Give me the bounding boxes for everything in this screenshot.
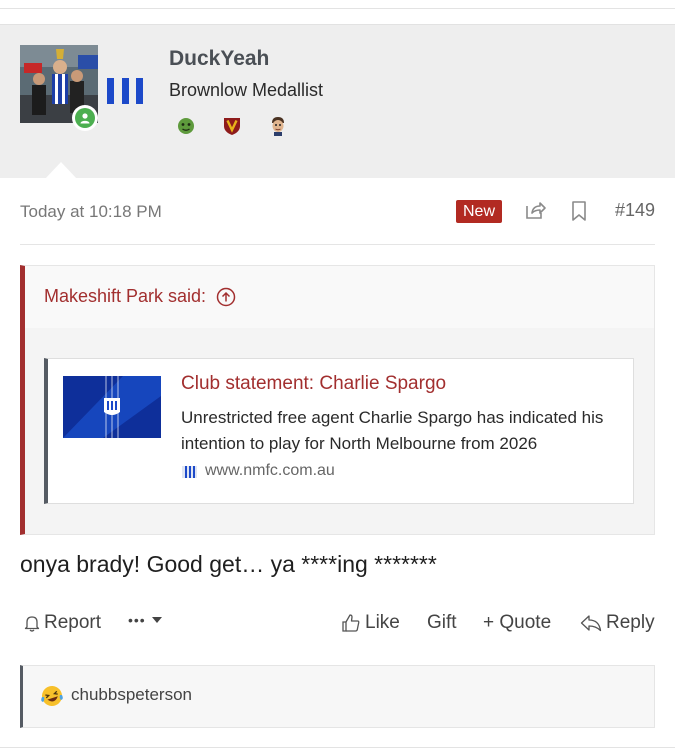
laughing-crying-face-icon: [41, 686, 63, 706]
like-label: Like: [365, 612, 400, 633]
gift-label: Gift: [427, 612, 457, 633]
user-icon: [80, 113, 90, 124]
unfurl-domain-text: www.nmfc.com.au: [205, 462, 335, 479]
post-actions-bar: Report ••• Like Gift + Quote Reply: [20, 610, 655, 640]
user-badges: [175, 115, 313, 137]
like-button[interactable]: Like: [341, 612, 400, 634]
nmfc-favicon-icon: [182, 465, 197, 478]
post-body-text: onya brady! Good get… ya ****ing *******: [20, 551, 437, 577]
chevron-down-icon: [151, 617, 162, 623]
more-options-button[interactable]: •••: [128, 612, 168, 628]
link-unfurl-card[interactable]: Club statement: Charlie Spargo Unrestric…: [44, 358, 634, 504]
quote-button[interactable]: + Quote: [483, 612, 551, 634]
bookmark-icon[interactable]: [570, 200, 588, 222]
meta-divider: [20, 244, 655, 245]
gift-button[interactable]: Gift: [427, 612, 457, 634]
new-badge: New: [456, 200, 503, 223]
online-status-indicator: [72, 105, 98, 131]
user-title: Brownlow Medallist: [169, 80, 324, 100]
thumbs-up-icon: [342, 614, 360, 632]
more-label: •••: [128, 612, 146, 628]
green-face-badge-icon[interactable]: [175, 115, 197, 137]
header-caret: [44, 162, 78, 180]
quote-block: Makeshift Park said: Club statement: Cha…: [20, 265, 655, 535]
v-shield-badge-icon[interactable]: [221, 115, 243, 137]
bottom-divider: [0, 747, 675, 748]
post-user-header: DuckYeah Brownlow Medallist: [0, 24, 675, 180]
reply-button[interactable]: Reply: [580, 612, 655, 634]
reply-arrow-icon: [580, 615, 602, 632]
post-meta-row: Today at 10:18 PM New #149: [20, 196, 655, 228]
share-icon[interactable]: [523, 198, 547, 222]
unfurl-domain: www.nmfc.com.au: [181, 462, 335, 480]
bell-icon: [24, 616, 40, 632]
username[interactable]: DuckYeah: [169, 47, 269, 71]
quote-attribution-text: Makeshift Park said:: [44, 286, 207, 306]
reaction-users[interactable]: chubbspeterson: [71, 685, 192, 705]
reactions-bar[interactable]: chubbspeterson: [20, 665, 655, 728]
caricature-face-badge-icon[interactable]: [267, 115, 289, 137]
quote-label: + Quote: [483, 612, 552, 633]
team-colors-icon: [107, 78, 143, 104]
post-number-link[interactable]: #149: [615, 200, 655, 221]
top-divider: [0, 8, 675, 9]
post-timestamp[interactable]: Today at 10:18 PM: [20, 202, 162, 222]
arrow-up-circle-icon[interactable]: [216, 287, 236, 307]
unfurl-description: Unrestricted free agent Charlie Spargo h…: [181, 408, 604, 453]
report-label: Report: [44, 612, 102, 633]
unfurl-thumbnail[interactable]: [63, 376, 161, 438]
reply-label: Reply: [606, 612, 655, 633]
quote-header: Makeshift Park said:: [25, 266, 654, 328]
quote-attribution[interactable]: Makeshift Park said:: [44, 286, 236, 307]
report-button[interactable]: Report: [24, 612, 101, 634]
unfurl-title[interactable]: Club statement: Charlie Spargo: [181, 373, 446, 395]
